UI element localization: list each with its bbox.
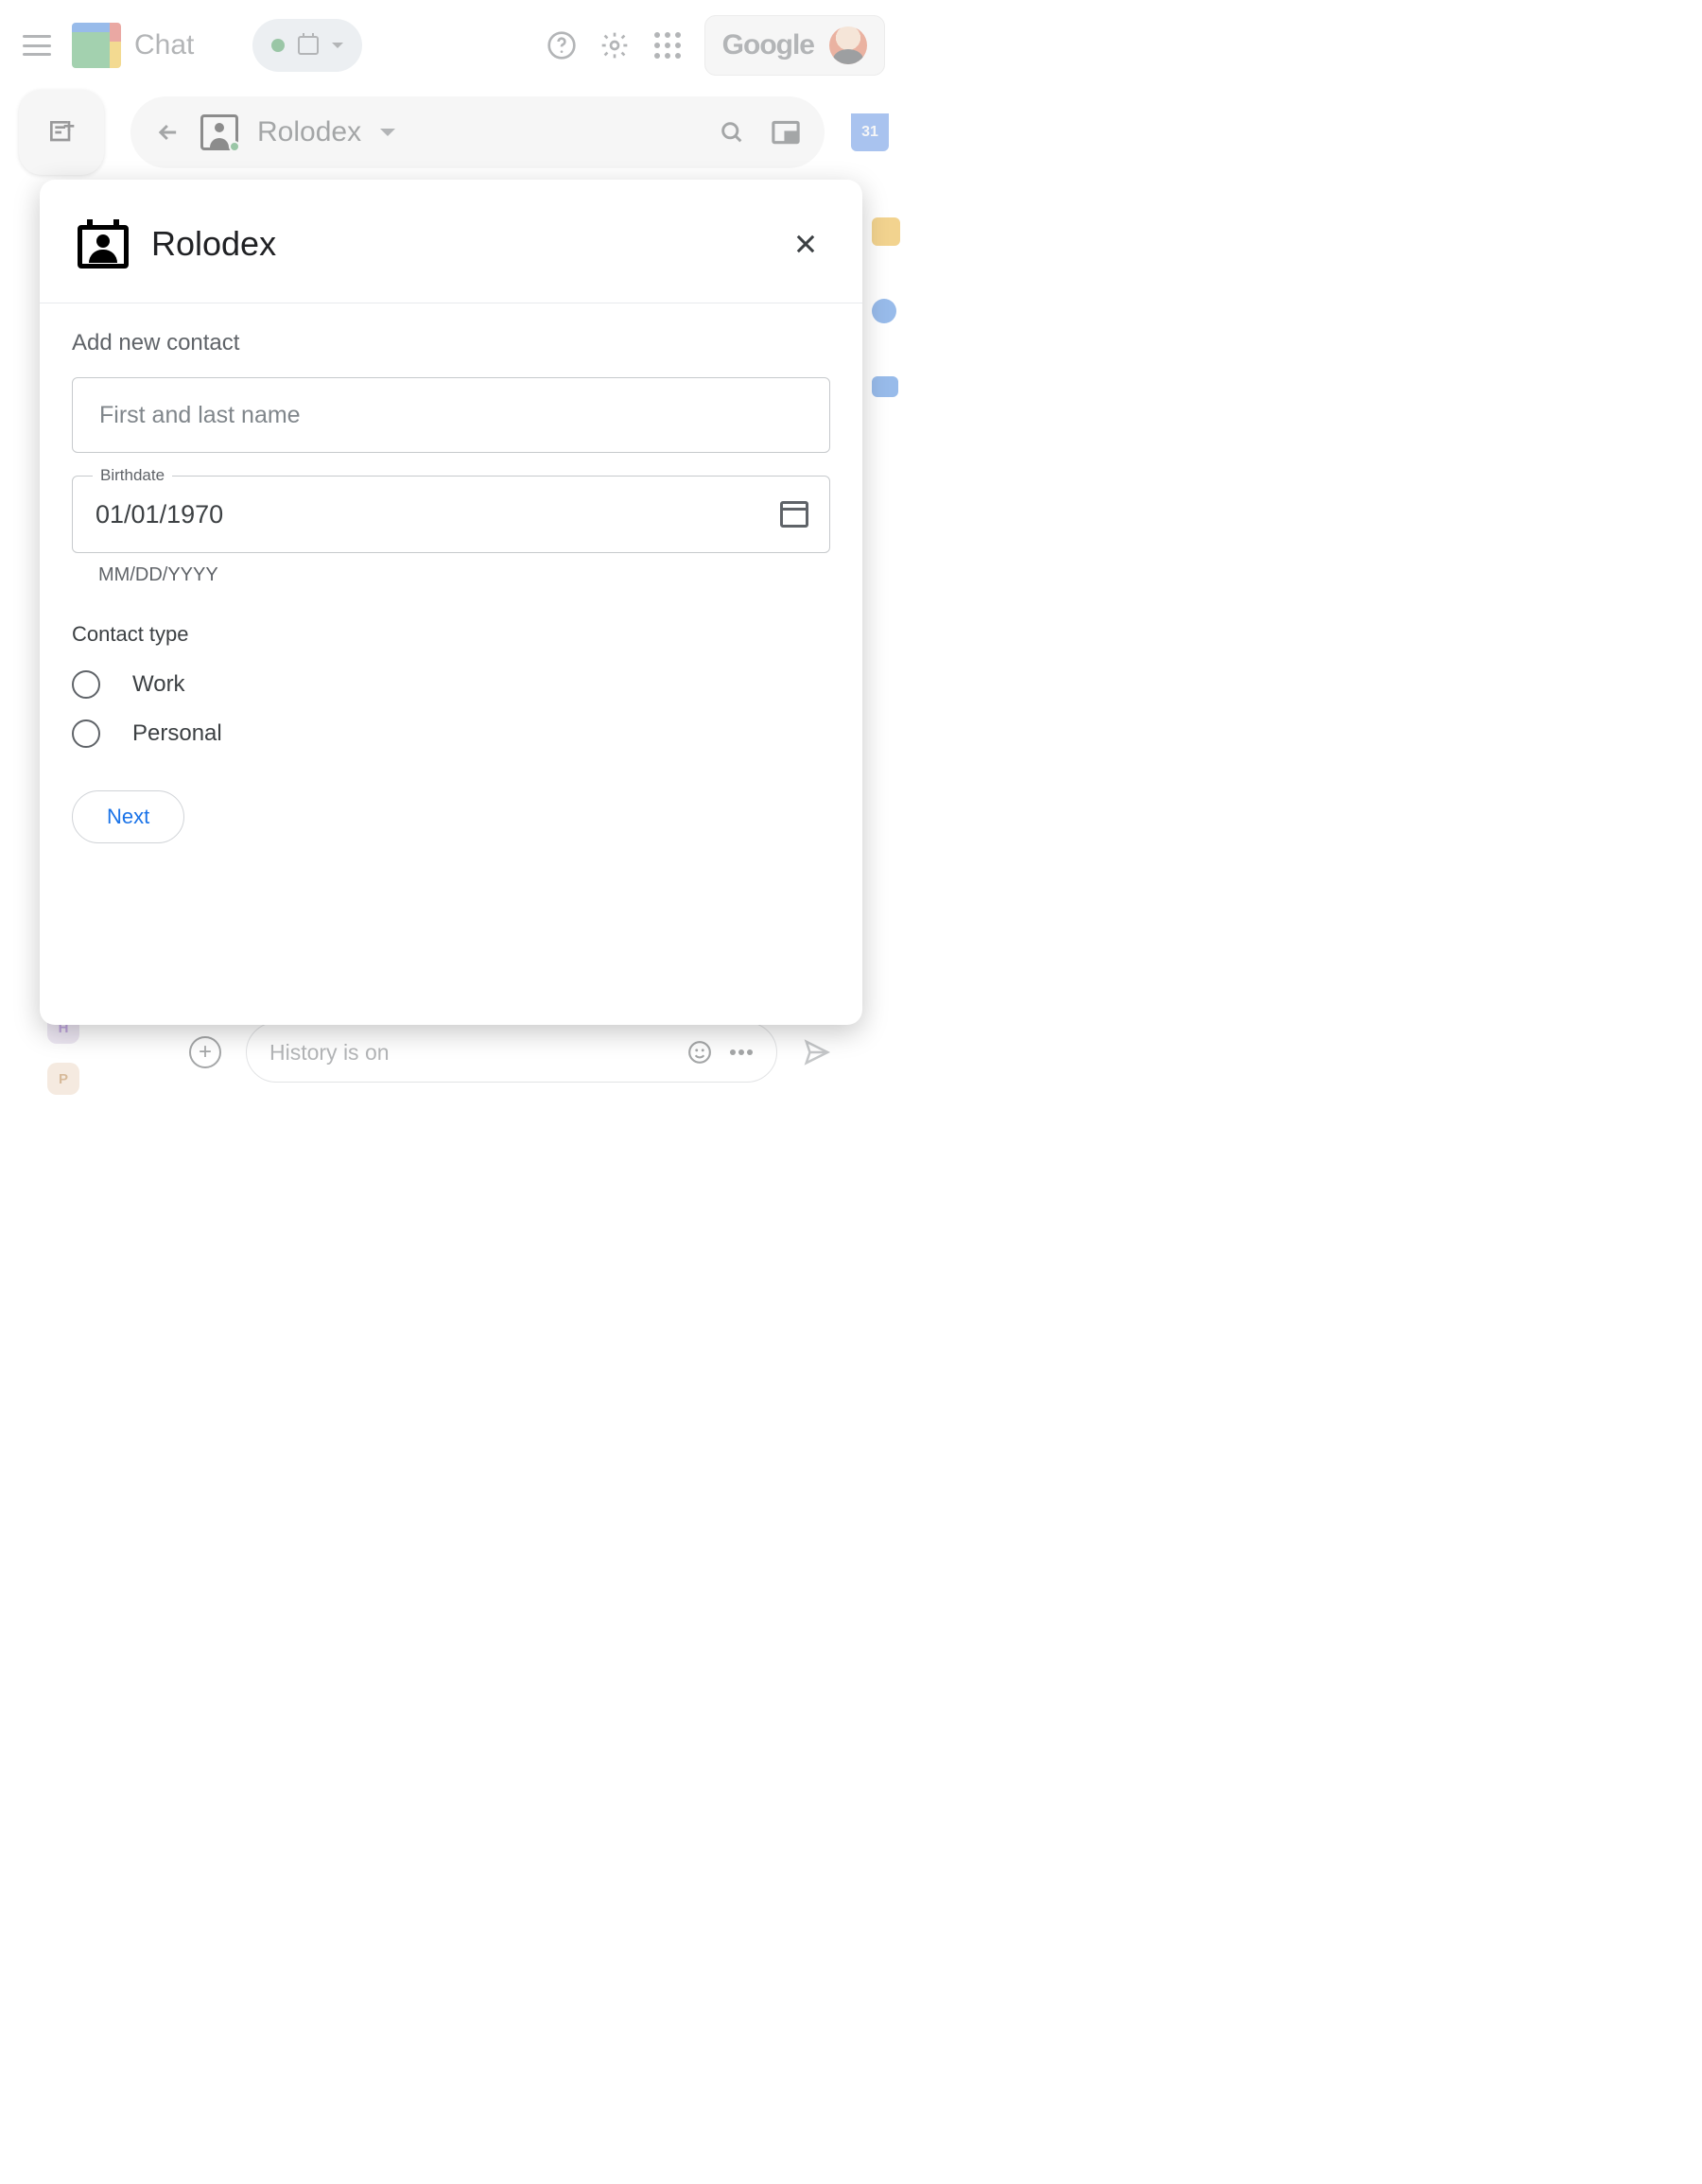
birthdate-field: Birthdate	[72, 476, 830, 553]
dialog-header: Rolodex	[40, 180, 862, 303]
radio-icon	[72, 670, 100, 699]
radio-label: Personal	[132, 720, 222, 747]
contact-type-label: Contact type	[72, 622, 830, 647]
rolodex-dialog: Rolodex Add new contact Birthdate MM/DD/…	[40, 180, 862, 1025]
dialog-title: Rolodex	[151, 224, 276, 264]
radio-icon	[72, 719, 100, 748]
birthdate-label: Birthdate	[93, 466, 172, 485]
dialog-body: Add new contact Birthdate MM/DD/YYYY Con…	[40, 303, 862, 843]
birthdate-input[interactable]	[94, 499, 765, 530]
rolodex-logo-icon	[78, 219, 129, 269]
section-label: Add new contact	[72, 330, 830, 356]
birthdate-helper: MM/DD/YYYY	[98, 564, 830, 586]
calendar-icon[interactable]	[780, 501, 808, 528]
next-button-label: Next	[107, 805, 149, 829]
radio-option-personal[interactable]: Personal	[72, 709, 830, 758]
close-button[interactable]	[787, 225, 825, 263]
radio-option-work[interactable]: Work	[72, 660, 830, 709]
radio-label: Work	[132, 671, 185, 698]
name-input[interactable]	[72, 377, 830, 453]
next-button[interactable]: Next	[72, 790, 184, 843]
